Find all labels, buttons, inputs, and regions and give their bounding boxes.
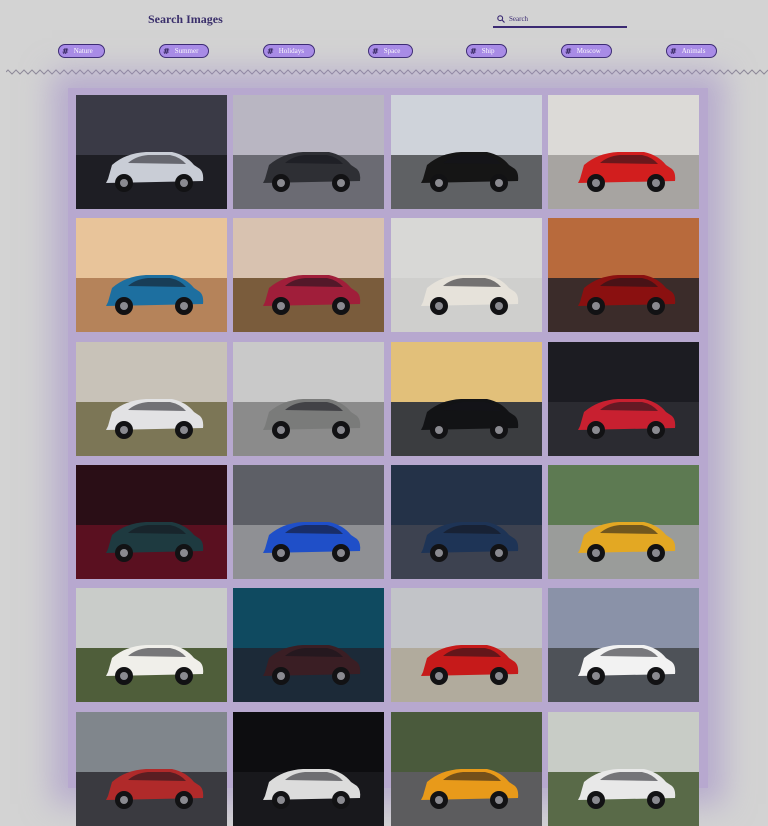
gallery-image[interactable] [76,218,227,332]
gallery-image[interactable] [233,342,384,456]
gallery-image[interactable] [233,218,384,332]
tag-label: Nature [73,47,93,55]
tag-label: Animals [681,47,706,55]
page-title: Search Images [148,12,223,26]
gallery-image[interactable] [391,465,542,579]
tag-ship[interactable]: # Ship [466,44,507,58]
gallery-image[interactable] [391,95,542,209]
hash-icon: # [62,46,69,56]
search-input[interactable] [507,13,621,25]
gallery-image[interactable] [233,465,384,579]
tag-moscow[interactable]: # Moscow [561,44,612,58]
divider [6,69,768,75]
tag-holidays[interactable]: # Holidays [263,44,315,58]
gallery-image[interactable] [391,342,542,456]
tag-summer[interactable]: # Summer [159,44,209,58]
tag-bar: # Nature # Summer # Holidays # Space # S… [0,36,768,68]
gallery-image[interactable] [391,588,542,702]
gallery-image[interactable] [76,712,227,826]
search-icon[interactable] [495,13,507,25]
gallery-image[interactable] [391,218,542,332]
image-gallery [68,88,708,826]
tag-nature[interactable]: # Nature [58,44,105,58]
tag-label: Summer [174,47,199,55]
hash-icon: # [670,46,677,56]
gallery-image[interactable] [548,712,699,826]
gallery-image[interactable] [76,465,227,579]
gallery-image[interactable] [233,588,384,702]
gallery-image[interactable] [233,95,384,209]
hash-icon: # [372,46,379,56]
gallery-image[interactable] [548,95,699,209]
gallery-image[interactable] [76,95,227,209]
hash-icon: # [163,46,170,56]
hash-icon: # [470,46,477,56]
gallery-image[interactable] [76,342,227,456]
search-bar[interactable] [493,12,627,28]
tag-space[interactable]: # Space [368,44,413,58]
tag-label: Space [383,47,401,55]
gallery-image[interactable] [76,588,227,702]
hash-icon: # [565,46,572,56]
gallery-image[interactable] [548,588,699,702]
header: Search Images [0,0,768,36]
gallery-image[interactable] [548,218,699,332]
gallery-image[interactable] [233,712,384,826]
hash-icon: # [267,46,274,56]
tag-label: Moscow [576,47,601,55]
tag-label: Holidays [278,47,304,55]
gallery-image[interactable] [548,342,699,456]
gallery-image[interactable] [391,712,542,826]
tag-animals[interactable]: # Animals [666,44,717,58]
tag-label: Ship [481,47,495,55]
gallery-image[interactable] [548,465,699,579]
